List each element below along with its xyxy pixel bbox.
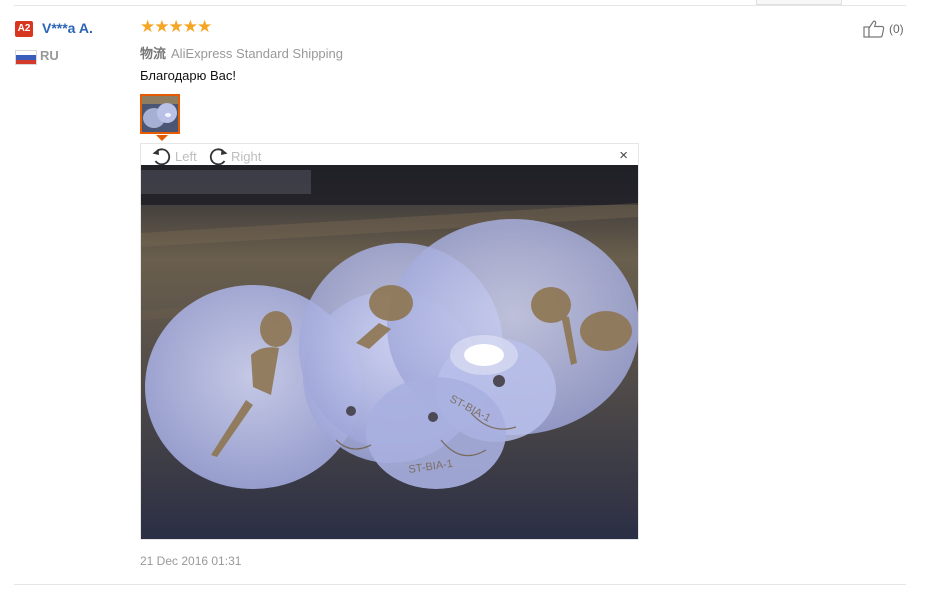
rotate-left-icon [152,148,171,166]
shipping-label: 物流 [140,46,167,61]
rotate-left-label: Left [175,148,197,164]
close-icon[interactable]: × [619,148,628,163]
star-rating: ★★★★★ [140,17,212,36]
russia-flag-icon [15,50,37,65]
top-tab-edge [756,0,842,5]
rotate-left-button[interactable]: Left [151,146,197,166]
rotate-right-icon [209,148,228,166]
review-photo: ST-BIA-1 ST-BIA-1 [141,165,638,539]
top-divider [14,5,906,6]
photo-viewer: Left Right × ST-BIA-1 ST-BIA-1 [140,143,639,540]
bottom-divider [14,584,906,585]
reviewer-name[interactable]: V***a A. [42,20,93,36]
helpful-button[interactable]: (0) [863,20,904,38]
reviewer-country: RU [40,48,59,63]
thumbs-up-icon [863,20,885,38]
thumbnail-pointer [156,135,168,141]
shipping-method: AliExpress Standard Shipping [171,46,344,61]
review-photo-thumbnail[interactable] [140,94,180,134]
rotate-right-label: Right [231,148,262,164]
review-text: Благодарю Вас! [140,68,237,83]
shipping-info: 物流 AliExpress Standard Shipping [140,43,343,62]
review-date: 21 Dec 2016 01:31 [140,554,242,568]
thumbnail-image [142,96,178,132]
rotate-right-button[interactable]: Right [207,146,261,166]
buyer-level-badge: A2 [15,21,33,37]
helpful-count: (0) [889,22,904,36]
